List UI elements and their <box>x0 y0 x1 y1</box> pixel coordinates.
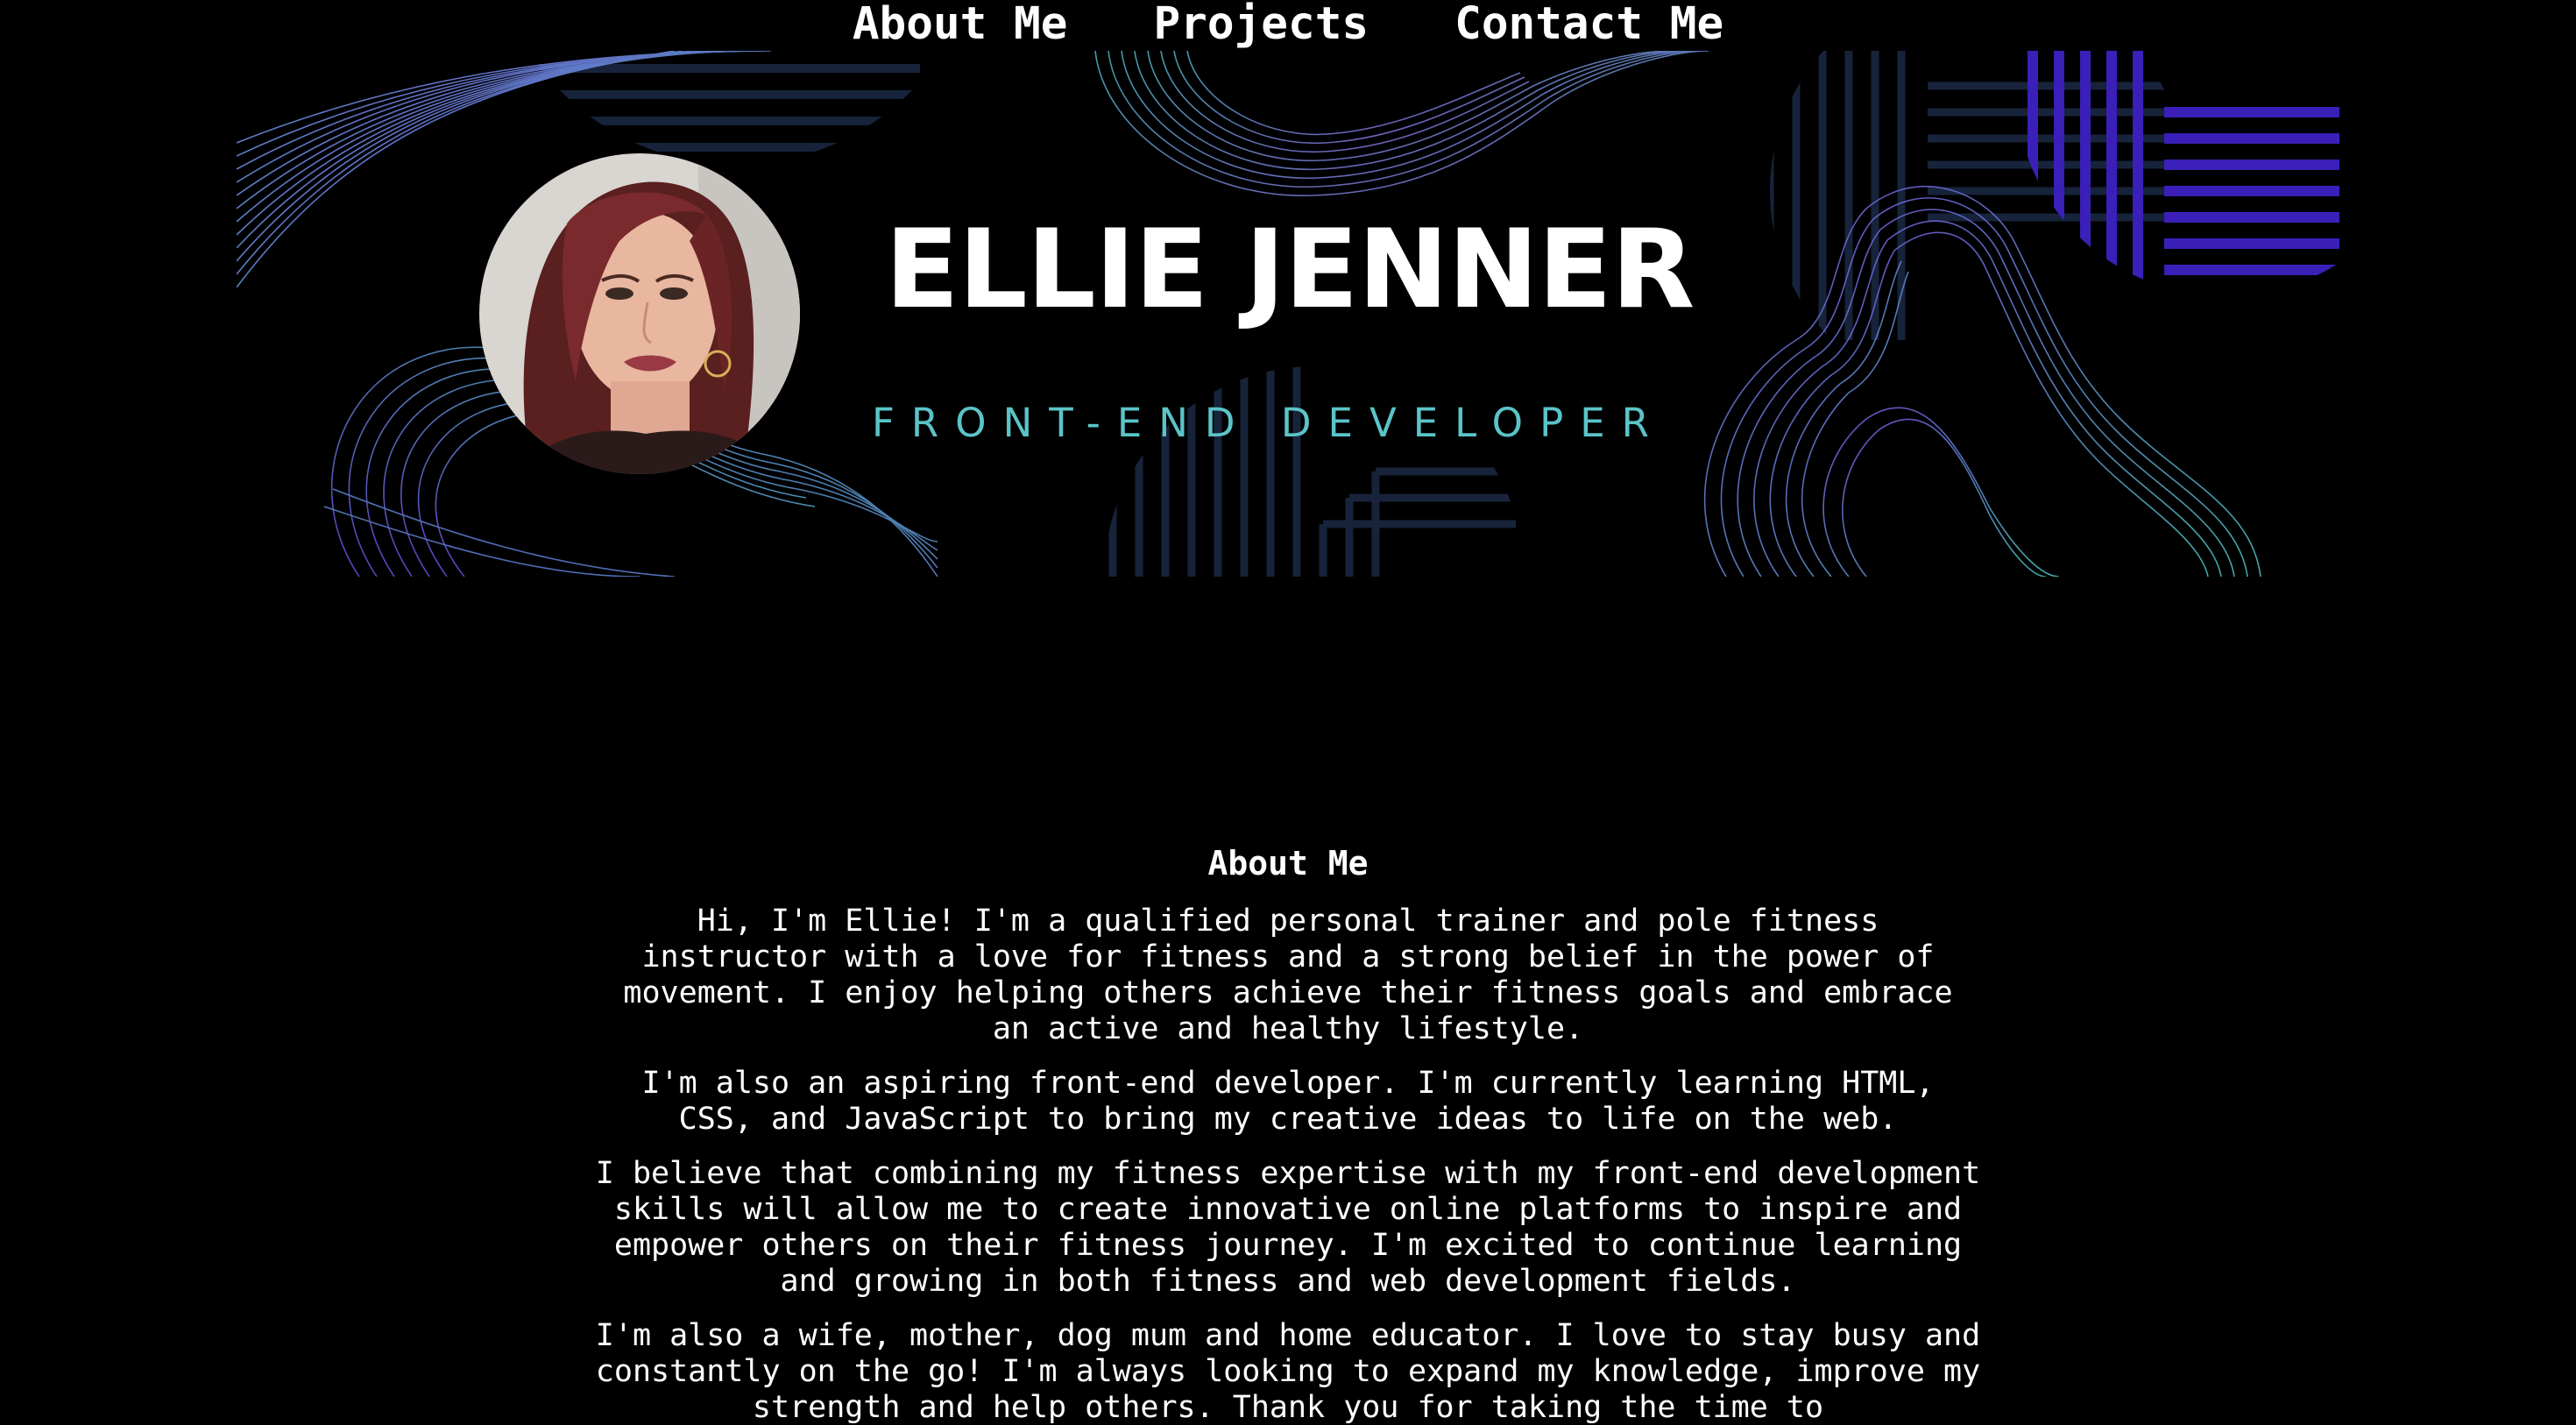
about-paragraph: I'm also an aspiring front-end developer… <box>641 1066 1935 1137</box>
about-paragraph: I believe that combining my fitness expe… <box>595 1156 1981 1299</box>
about-paragraph: Hi, I'm Ellie! I'm a qualified personal … <box>623 904 1953 1046</box>
banner-role: FRONT-END DEVELOPER <box>872 400 1666 446</box>
nav-contact-me-link[interactable]: Contact Me <box>1454 0 1723 49</box>
header-banner: ELLIE JENNER FRONT-END DEVELOPER <box>237 51 2339 577</box>
nav-projects-link[interactable]: Projects <box>1153 0 1369 49</box>
nav-about-me-link[interactable]: About Me <box>853 0 1068 49</box>
about-paragraph: I'm also a wife, mother, dog mum and hom… <box>595 1318 1981 1425</box>
main-nav: About Me Projects Contact Me <box>0 0 2576 49</box>
banner-name: ELLIE JENNER <box>885 207 1695 333</box>
about-section: About Me Hi, I'm Ellie! I'm a qualified … <box>0 837 2576 1425</box>
profile-photo <box>479 153 800 474</box>
about-heading: About Me <box>1207 844 1369 883</box>
